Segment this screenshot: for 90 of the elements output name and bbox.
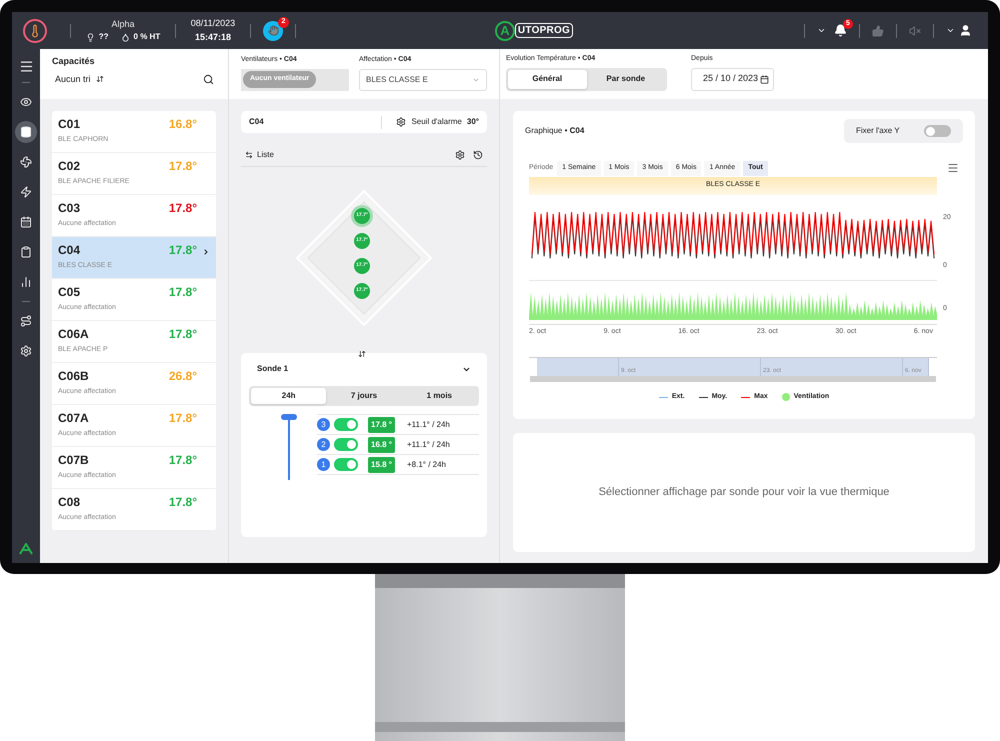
bar-chart-icon <box>20 276 32 288</box>
hand-icon <box>268 25 278 36</box>
nav-item[interactable] <box>15 121 37 143</box>
user-icon[interactable] <box>959 24 972 37</box>
sensor-icon <box>86 32 95 42</box>
sensor-number: 3 <box>317 418 330 431</box>
fan-icon <box>20 156 32 168</box>
capacity-name: C01 <box>58 117 82 132</box>
sensor-trend: +8.1° / 24h <box>407 458 446 470</box>
search-icon[interactable] <box>203 74 214 85</box>
capacity-temperature: 17.8° <box>168 411 197 426</box>
sensor-number: 2 <box>317 438 330 451</box>
swap-icon[interactable] <box>358 350 366 358</box>
capacity-temperature: 17.8° <box>168 495 197 510</box>
history-icon[interactable] <box>473 150 483 160</box>
capacity-name: C06B <box>58 369 90 384</box>
capacity-temperature: 26.8° <box>168 369 197 384</box>
lightning-icon <box>20 186 32 198</box>
calendar-icon <box>760 74 769 84</box>
sort-button[interactable]: Aucun tri <box>55 72 104 86</box>
sort-icon <box>96 75 104 84</box>
cell-name: C04 <box>249 116 265 128</box>
chevron-down-icon[interactable] <box>946 26 955 35</box>
site-name: Alpha <box>111 18 135 31</box>
fix-axis-toggle[interactable] <box>924 125 951 137</box>
capacity-temperature: 17.8° <box>168 285 197 300</box>
range-tab[interactable]: 1 mois <box>402 388 477 404</box>
capacity-name: C05 <box>58 285 82 300</box>
capacity-name: C03 <box>58 201 82 216</box>
notifications-icon[interactable] <box>834 24 847 37</box>
date-text: 08/11/2023 <box>190 17 236 30</box>
alarm-label: Seuil d'alarme <box>411 116 462 128</box>
capacity-name: C06A <box>58 327 90 342</box>
sensor-temperature: 16.8 ° <box>368 436 395 452</box>
capacity-name: C07A <box>58 411 90 426</box>
probe-title: Sonde 1 <box>257 363 288 375</box>
sensor-temperature: 15.8 ° <box>368 456 395 472</box>
depth-slider[interactable] <box>281 414 297 480</box>
eye-icon <box>20 96 32 108</box>
range-tab[interactable]: 24h <box>251 388 326 404</box>
sensor-toggle[interactable] <box>334 418 358 431</box>
alerts-button[interactable] <box>263 20 283 40</box>
list-view-button[interactable]: Liste <box>245 148 455 160</box>
chevron-right-icon <box>202 248 210 256</box>
capacity-name: C07B <box>58 453 90 468</box>
autoprog-logo: A UTOPROG <box>494 20 574 40</box>
sensor-toggle[interactable] <box>334 438 358 451</box>
thumbs-up-icon[interactable] <box>872 24 884 36</box>
swap-arrows-icon <box>245 150 253 158</box>
time-text: 15:47:18 <box>194 30 232 44</box>
clipboard-icon <box>20 246 32 258</box>
assignment-select[interactable]: BLES CLASSE E <box>359 68 487 90</box>
settings-icon[interactable] <box>455 150 465 160</box>
chart-menu-icon[interactable] <box>947 162 959 174</box>
thermal-view-message: Sélectionner affichage par sonde pour voir la vue thermique <box>598 485 890 500</box>
panel-title: Capacités <box>52 55 96 68</box>
chart-title: Graphique • C04 <box>525 125 584 137</box>
capacity-name: C02 <box>58 159 82 174</box>
route-icon <box>20 315 32 327</box>
sensor-temperature: 17.8 ° <box>368 416 395 432</box>
app-logo-icon <box>19 543 33 555</box>
calendar-icon <box>20 216 32 228</box>
humidity-value: 0 % HT <box>134 31 160 44</box>
sensor-number: 1 <box>317 458 330 471</box>
sensor-trend: +11.1° / 24h <box>407 438 450 450</box>
settings-icon[interactable] <box>396 117 406 127</box>
menu-icon[interactable] <box>18 59 34 74</box>
capacity-temperature: 17.8° <box>168 243 197 258</box>
settings-icon <box>20 345 32 357</box>
thermometer-logo-icon <box>23 18 47 42</box>
capacity-temperature: 16.8° <box>168 117 197 132</box>
range-tab[interactable]: 7 jours <box>326 388 402 404</box>
sensor-toggle[interactable] <box>334 458 358 471</box>
fix-axis-label: Fixer l'axe Y <box>856 125 900 137</box>
cylinder-icon <box>20 126 32 138</box>
capacity-temperature: 17.8° <box>168 159 197 174</box>
view-tab[interactable]: Général <box>508 70 586 88</box>
sensor-value: ?? <box>98 31 109 44</box>
capacity-temperature: 17.8° <box>168 201 197 216</box>
capacity-name: C08 <box>58 495 82 510</box>
chevron-down-icon[interactable] <box>817 26 826 35</box>
capacity-name: C04 <box>58 243 82 258</box>
capacity-temperature: 17.8° <box>168 327 197 342</box>
view-tab[interactable]: Par sonde <box>586 70 665 88</box>
alarm-value: 30° <box>466 116 479 128</box>
since-date-field[interactable]: 25 / 10 / 2023 <box>691 68 774 90</box>
humidity-icon <box>120 32 130 42</box>
mute-icon[interactable] <box>909 24 921 36</box>
capacity-temperature: 17.8° <box>168 453 197 468</box>
sensor-trend: +11.1° / 24h <box>407 418 450 430</box>
